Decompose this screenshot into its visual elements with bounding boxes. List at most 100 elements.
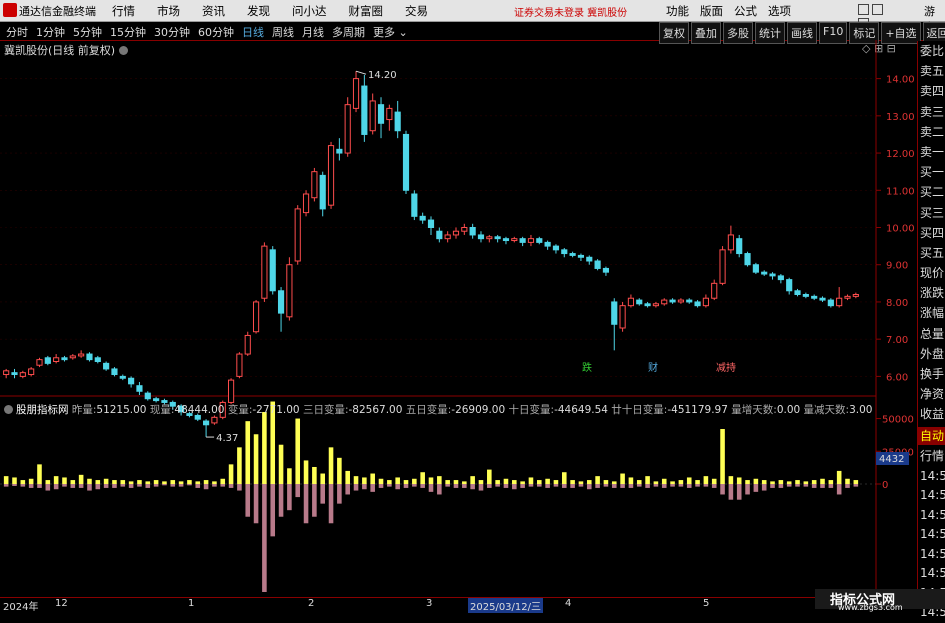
price-tick-label-1: 13.00: [886, 112, 915, 123]
volume-down-bar-29: [245, 484, 251, 517]
candle-body-8: [69, 355, 76, 359]
period-tab-9[interactable]: 多周期: [332, 24, 365, 40]
candle-body-28: [236, 353, 243, 377]
volume-down-bar-72: [603, 484, 609, 487]
candle-body-1: [11, 372, 18, 376]
volume-down-bar-6: [53, 484, 59, 490]
side-item-13[interactable]: 涨幅: [918, 303, 945, 323]
candle-body-77: [644, 303, 651, 307]
volume-up-bar-20: [170, 480, 176, 484]
volume-up-bar-93: [778, 480, 784, 484]
period-tab-3[interactable]: 15分钟: [110, 24, 146, 40]
menu-item-trade[interactable]: 交易: [405, 3, 428, 19]
candle-body-2: [19, 372, 26, 377]
volume-down-bar-25: [212, 484, 217, 487]
side-item-12[interactable]: 涨跌: [918, 283, 945, 303]
indicator-value-6: -451179.97: [667, 404, 728, 416]
candle-body-12: [103, 362, 110, 370]
side-button-1[interactable]: 行情: [918, 445, 945, 467]
login-notice[interactable]: 证券交易未登录 冀凯股份: [514, 4, 627, 19]
volume-up-bar-33: [278, 444, 284, 484]
side-item-18[interactable]: 收益: [918, 404, 945, 424]
side-item-6[interactable]: 买一: [918, 162, 945, 182]
side-item-0[interactable]: 委比: [918, 41, 945, 61]
side-item-17[interactable]: 净资: [918, 384, 945, 404]
side-button-0[interactable]: 自动: [918, 426, 945, 445]
main-menu: 行情 市场 资讯 发现 问小达 财富圈 交易: [112, 3, 450, 19]
tick-time-3: 14:56: [920, 527, 945, 542]
volume-down-bar-13: [112, 484, 117, 488]
volume-up-bar-23: [195, 481, 201, 484]
period-tab-7[interactable]: 周线: [272, 24, 294, 40]
side-item-8[interactable]: 买三: [918, 203, 945, 223]
menu-item-options[interactable]: 选项: [768, 3, 791, 19]
volume-up-bar-96: [803, 481, 809, 484]
side-item-9[interactable]: 买四: [918, 223, 945, 243]
maximize-icon[interactable]: [872, 4, 883, 15]
time-label-jan: 1: [188, 598, 195, 609]
candle-body-16: [136, 385, 143, 392]
side-item-7[interactable]: 买二: [918, 182, 945, 202]
volume-up-bar-59: [495, 480, 500, 484]
candle-body-58: [486, 236, 493, 240]
volume-down-bar-44: [370, 484, 375, 492]
candle-body-73: [611, 301, 618, 325]
volume-up-bar-82: [686, 477, 692, 484]
side-item-3[interactable]: 卖三: [918, 102, 945, 122]
volume-up-bar-28: [237, 447, 242, 484]
period-tab-5[interactable]: 60分钟: [198, 24, 234, 40]
kline-chart[interactable]: 14.00 13.00 12.00 11.00 10.00 9.00 8.00 7.00 6.0…: [0, 40, 917, 597]
candle-body-9: [78, 353, 85, 357]
volume-down-bar-15: [128, 484, 134, 488]
candle-body-69: [577, 254, 585, 258]
period-tab-4[interactable]: 30分钟: [154, 24, 190, 40]
period-tab-6[interactable]: 日线: [242, 24, 264, 40]
period-tab-0[interactable]: 分时: [6, 24, 28, 40]
menu-item-discover[interactable]: 发现: [247, 3, 270, 19]
volume-up-bar-60: [503, 478, 509, 484]
candle-body-79: [661, 299, 668, 305]
side-item-5[interactable]: 卖一: [918, 142, 945, 162]
indicator-value-3: -82567.00: [348, 404, 403, 416]
minimize-icon[interactable]: [858, 4, 869, 15]
menu-item-wealth[interactable]: 财富圈: [349, 3, 384, 19]
period-tab-2[interactable]: 5分钟: [73, 24, 102, 40]
side-item-16[interactable]: 换手: [918, 364, 945, 384]
period-tab-1[interactable]: 1分钟: [36, 24, 65, 40]
volume-down-bar-102: [853, 484, 859, 487]
candle-body-27: [227, 379, 235, 403]
side-item-4[interactable]: 卖二: [918, 122, 945, 142]
volume-down-bar-95: [795, 484, 800, 487]
side-item-11[interactable]: 现价: [918, 263, 945, 283]
volume-down-bar-71: [595, 484, 600, 488]
menu-item-function[interactable]: 功能: [666, 3, 689, 19]
side-item-14[interactable]: 总量: [918, 324, 945, 344]
volume-down-bar-97: [811, 484, 817, 488]
volume-up-bar-49: [412, 478, 417, 484]
menu-item-news[interactable]: 资讯: [202, 3, 225, 19]
side-item-1[interactable]: 卖五: [918, 61, 945, 81]
candle-body-68: [569, 253, 576, 256]
indicator-toggle-icon[interactable]: [4, 405, 13, 414]
menu-item-market[interactable]: 市场: [157, 3, 180, 19]
menu-item-ask[interactable]: 问小达: [292, 3, 327, 19]
time-label-may: 5: [703, 598, 710, 609]
menu-item-layout[interactable]: 版面: [700, 3, 723, 19]
candle-body-93: [777, 275, 784, 281]
menu-item-formula[interactable]: 公式: [734, 3, 757, 19]
side-item-10[interactable]: 买五: [918, 243, 945, 263]
volume-up-bar-85: [711, 478, 717, 484]
side-item-15[interactable]: 外盘: [918, 344, 945, 364]
cursor-date: 2025/03/12/三: [468, 598, 544, 613]
candle-body-91: [761, 271, 768, 275]
side-item-2[interactable]: 卖四: [918, 81, 945, 101]
volume-down-bar-75: [628, 484, 634, 488]
volume-down-bar-10: [87, 484, 92, 491]
period-tab-10[interactable]: 更多 ⌄: [373, 24, 408, 40]
period-tab-8[interactable]: 月线: [302, 24, 324, 40]
candle-body-57: [477, 234, 485, 240]
volume-down-bar-64: [537, 484, 542, 487]
price-tick-label-0: 14.00: [886, 75, 915, 86]
menu-item-quotes[interactable]: 行情: [112, 3, 135, 19]
volume-up-bar-16: [137, 480, 142, 484]
